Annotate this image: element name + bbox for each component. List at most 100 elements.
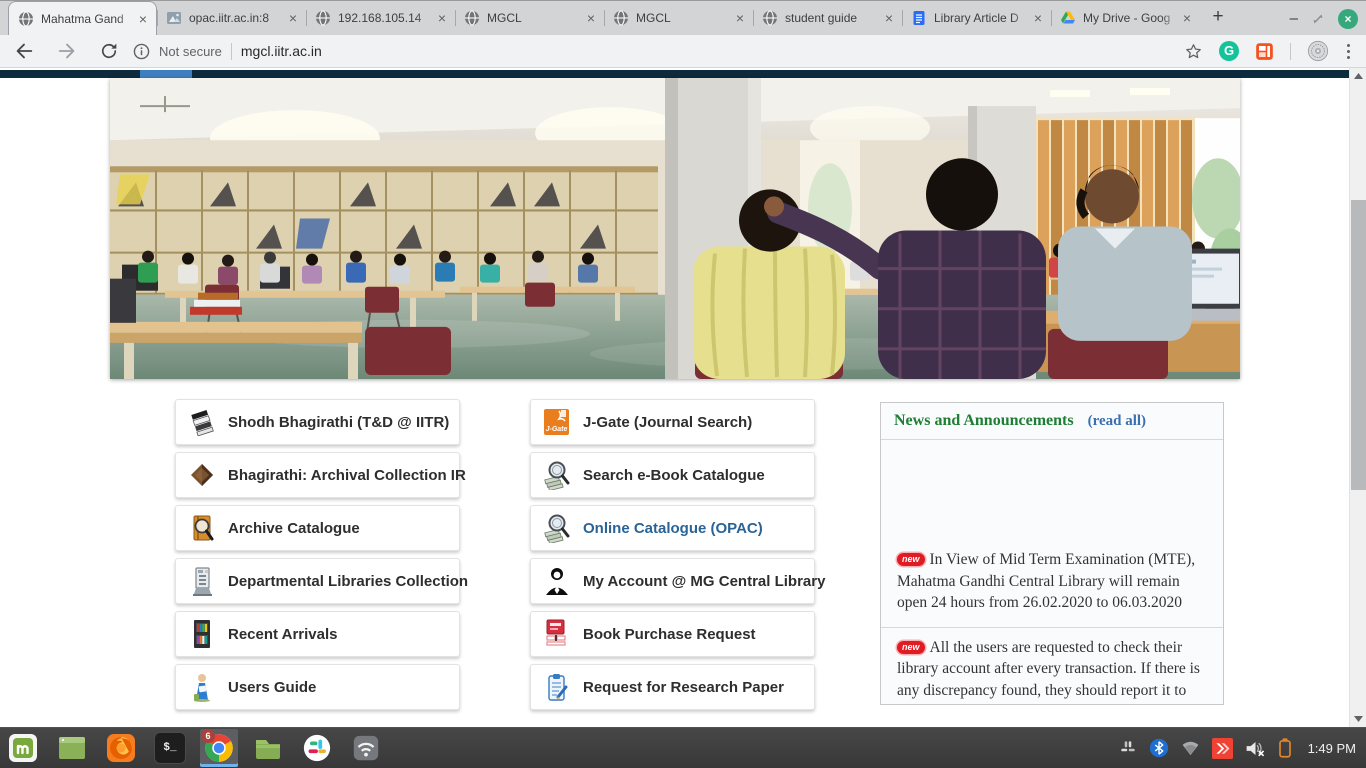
bookshelf-icon — [188, 618, 215, 650]
tab-library-article[interactable]: Library Article D × — [902, 1, 1051, 35]
link-my-account[interactable]: My Account @ MG Central Library — [530, 558, 815, 604]
link-research-paper[interactable]: Request for Research Paper — [530, 664, 815, 710]
chrome-taskbar-icon[interactable]: 6 — [200, 729, 238, 767]
link-bhagirathi-archival[interactable]: Bhagirathi: Archival Collection IR — [175, 452, 460, 498]
slack-tray-icon[interactable] — [1119, 739, 1137, 757]
scroll-down-arrow[interactable] — [1350, 711, 1366, 727]
departmental-building-icon — [188, 565, 215, 597]
extension-icon[interactable] — [1255, 42, 1274, 61]
tab-close-icon[interactable]: × — [733, 11, 747, 25]
window-restore-button[interactable] — [1312, 13, 1324, 25]
slack-icon[interactable] — [298, 729, 336, 767]
tab-close-icon[interactable]: × — [136, 12, 150, 26]
toolbar-separator — [1290, 43, 1291, 60]
new-badge: new — [897, 553, 925, 566]
tab-close-icon[interactable]: × — [1031, 11, 1045, 25]
link-label: Recent Arrivals — [228, 626, 338, 643]
grammarly-extension-icon[interactable]: G — [1219, 41, 1239, 61]
window-close-button[interactable]: × — [1338, 9, 1358, 29]
tab-title: Library Article D — [934, 11, 1031, 25]
new-badge: new — [897, 641, 925, 654]
link-users-guide[interactable]: Users Guide — [175, 664, 460, 710]
terminal-icon[interactable]: $_ — [151, 729, 189, 767]
terminal-glyph: $_ — [154, 732, 186, 764]
taskbar: $_ 6 1:49 PM — [0, 727, 1366, 768]
firefox-icon[interactable] — [102, 729, 140, 767]
anydesk-tray-icon[interactable] — [1212, 738, 1233, 759]
news-item-text: In View of Mid Term Examination (MTE), M… — [897, 551, 1195, 611]
link-jgate[interactable]: J-Gate J-Gate (Journal Search) — [530, 399, 815, 445]
bookmark-star-icon[interactable] — [1184, 42, 1203, 61]
wifi-tray-icon[interactable] — [1181, 740, 1200, 756]
tab-ip-address[interactable]: 192.168.105.14 × — [306, 1, 455, 35]
tab-student-guide[interactable]: student guide × — [753, 1, 902, 35]
battery-tray-icon[interactable] — [1278, 738, 1292, 758]
tab-mahatma-gandhi[interactable]: Mahatma Gand × — [8, 1, 157, 35]
link-archive-catalogue[interactable]: Archive Catalogue — [175, 505, 460, 551]
tab-close-icon[interactable]: × — [286, 11, 300, 25]
tab-title: My Drive - Goog — [1083, 11, 1180, 25]
link-label: Request for Research Paper — [583, 679, 784, 696]
tab-opac[interactable]: opac.iitr.ac.in:8 × — [157, 1, 306, 35]
omnibox-separator — [231, 43, 232, 60]
tab-title: MGCL — [636, 11, 733, 25]
quick-links-right-column: J-Gate J-Gate (Journal Search) Search e-… — [530, 399, 815, 717]
page-scrollbar[interactable] — [1349, 68, 1366, 727]
url-text[interactable]: mgcl.iitr.ac.in — [241, 43, 322, 59]
webpage-viewport: Shodh Bhagirathi (T&D @ IITR) Bhagirathi… — [0, 68, 1349, 727]
tab-mgcl-1[interactable]: MGCL × — [455, 1, 604, 35]
research-request-icon — [543, 671, 570, 703]
forward-button[interactable] — [56, 40, 78, 62]
news-title: News and Announcements — [894, 412, 1074, 430]
link-ebook-catalogue[interactable]: Search e-Book Catalogue — [530, 452, 815, 498]
tab-close-icon[interactable]: × — [1180, 11, 1194, 25]
info-icon[interactable] — [133, 43, 150, 60]
file-manager-icon[interactable] — [249, 729, 287, 767]
tab-close-icon[interactable]: × — [584, 11, 598, 25]
bluetooth-tray-icon[interactable] — [1149, 738, 1169, 758]
address-bar[interactable]: Not secure mgcl.iitr.ac.in — [133, 43, 322, 60]
network-app-icon[interactable] — [347, 729, 385, 767]
show-desktop-button[interactable] — [53, 729, 91, 767]
globe-favicon-icon — [18, 11, 34, 27]
tab-title: MGCL — [487, 11, 584, 25]
library-photo-image — [110, 78, 1240, 379]
link-departmental-libraries[interactable]: Departmental Libraries Collection — [175, 558, 460, 604]
tab-close-icon[interactable]: × — [882, 11, 896, 25]
link-shodh-bhagirathi[interactable]: Shodh Bhagirathi (T&D @ IITR) — [175, 399, 460, 445]
tab-mgcl-2[interactable]: MGCL × — [604, 1, 753, 35]
globe-favicon-icon — [762, 10, 778, 26]
news-item: newAll the users are requested to check … — [881, 628, 1223, 706]
browser-menu-icon[interactable] — [1345, 42, 1352, 61]
taskbar-clock[interactable]: 1:49 PM — [1308, 741, 1356, 756]
volume-muted-icon[interactable] — [1245, 739, 1266, 758]
link-label: Book Purchase Request — [583, 626, 756, 643]
docs-favicon-icon — [911, 10, 927, 26]
image-favicon-icon — [166, 10, 182, 26]
quick-links-left-column: Shodh Bhagirathi (T&D @ IITR) Bhagirathi… — [175, 399, 460, 717]
news-empty-slot — [881, 440, 1223, 540]
link-recent-arrivals[interactable]: Recent Arrivals — [175, 611, 460, 657]
news-read-all-link[interactable]: (read all) — [1088, 413, 1146, 430]
profile-avatar[interactable] — [1307, 40, 1329, 62]
link-opac[interactable]: Online Catalogue (OPAC) — [530, 505, 815, 551]
mint-menu-button[interactable] — [4, 729, 42, 767]
link-book-purchase[interactable]: Book Purchase Request — [530, 611, 815, 657]
tab-close-icon[interactable]: × — [435, 11, 449, 25]
new-tab-button[interactable]: + — [1204, 4, 1232, 32]
tab-my-drive[interactable]: My Drive - Goog × — [1051, 1, 1200, 35]
scroll-up-arrow[interactable] — [1350, 68, 1366, 84]
browser-toolbar: Not secure mgcl.iitr.ac.in G — [0, 35, 1366, 68]
tab-title: Mahatma Gand — [41, 12, 136, 26]
globe-favicon-icon — [464, 10, 480, 26]
window-minimize-button[interactable]: – — [1290, 14, 1298, 24]
link-label: My Account @ MG Central Library — [583, 573, 825, 590]
link-label: Users Guide — [228, 679, 316, 696]
tab-title: opac.iitr.ac.in:8 — [189, 11, 286, 25]
globe-favicon-icon — [315, 10, 331, 26]
back-button[interactable] — [13, 40, 35, 62]
refresh-button[interactable] — [99, 41, 119, 61]
scrollbar-thumb[interactable] — [1351, 200, 1366, 490]
link-label: Archive Catalogue — [228, 520, 360, 537]
archive-search-icon — [188, 512, 215, 544]
